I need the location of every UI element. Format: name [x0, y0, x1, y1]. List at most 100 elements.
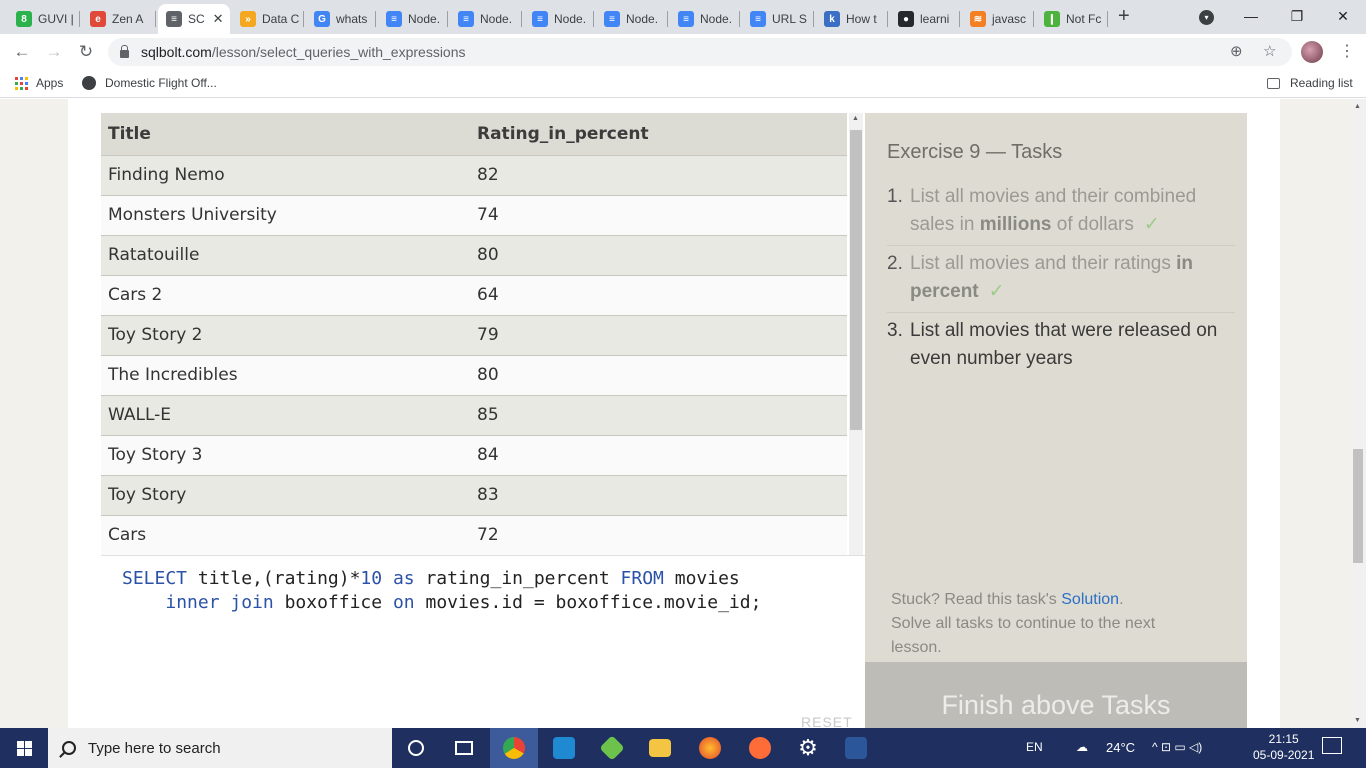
- browser-tab-strip: 8 GUVI | e Zen A ≡ SC ✕ » Data C Gwhats ≡ Node. ≡ Nod…: [0, 0, 1366, 34]
- reload-button[interactable]: ↻: [74, 41, 98, 63]
- sql-text: rating_in_percent: [414, 568, 621, 589]
- system-tray-icons[interactable]: ^ ⊡ ▭ ◁): [1152, 740, 1202, 754]
- browser-tab-7[interactable]: ≡ Node.: [450, 4, 522, 34]
- tab-close-icon[interactable]: ✕: [213, 11, 224, 27]
- tab-separator: [79, 11, 80, 27]
- page-scroll-down-icon[interactable]: ▼: [1354, 717, 1361, 724]
- reset-button[interactable]: RESET: [801, 714, 853, 728]
- minimize-button[interactable]: —: [1228, 4, 1274, 28]
- language-indicator[interactable]: EN: [1026, 740, 1043, 754]
- finish-tasks-button[interactable]: Finish above Tasks: [865, 662, 1247, 728]
- settings-gear-icon[interactable]: ⚙: [784, 728, 832, 768]
- browser-tab-13[interactable]: ● learni: [890, 4, 960, 34]
- sql-text: movies.id = boxoffice.movie_id;: [414, 592, 762, 613]
- bookmark-domestic-flight[interactable]: Domestic Flight Off...: [82, 76, 217, 90]
- sql-line-2: inner join boxoffice on movies.id = boxo…: [122, 592, 761, 613]
- task-view-icon[interactable]: [440, 728, 488, 768]
- bookmarks-bar: Apps Domestic Flight Off... Reading list: [0, 70, 1366, 98]
- weather-temperature[interactable]: 24°C: [1106, 740, 1135, 755]
- bookmark-apps[interactable]: Apps: [15, 76, 63, 90]
- page-scroll-up-icon[interactable]: ▲: [1354, 103, 1361, 110]
- cortana-icon[interactable]: [392, 728, 440, 768]
- browser-tab-4[interactable]: » Data C: [232, 4, 304, 34]
- page-viewport: Title Rating_in_percent Finding Nemo 82 Mo…: [0, 99, 1350, 728]
- browser-tab-14[interactable]: ≋ javasc: [962, 4, 1034, 34]
- tab-search-icon[interactable]: ▾: [1199, 10, 1214, 25]
- tab-favicon-icon: 8: [16, 11, 32, 27]
- browser-tab-15[interactable]: ❙ Not Fc: [1036, 4, 1108, 34]
- reading-list-button[interactable]: Reading list: [1267, 76, 1353, 90]
- tab-label: learni: [920, 12, 950, 26]
- cell-title: The Incredibles: [101, 354, 470, 395]
- tab-label: GUVI |: [38, 12, 74, 26]
- firefox-taskbar-icon[interactable]: [686, 728, 734, 768]
- notification-center-icon[interactable]: [1322, 737, 1342, 754]
- table-row: Finding Nemo 82: [101, 154, 847, 195]
- table-row: The Incredibles 80: [101, 354, 847, 395]
- browser-tab-9[interactable]: ≡ Node.: [596, 4, 668, 34]
- file-explorer-taskbar-icon[interactable]: [636, 728, 684, 768]
- tab-separator: [959, 11, 960, 27]
- sql-line-1: SELECT title,(rating)*10 as rating_in_pe…: [122, 568, 740, 589]
- sql-editor[interactable]: SELECT title,(rating)*10 as rating_in_pe…: [101, 555, 865, 728]
- cell-title: Toy Story: [101, 474, 470, 515]
- cell-title: Ratatouille: [101, 234, 470, 275]
- checkmark-icon: ✓: [988, 281, 1005, 302]
- cell-title: Cars 2: [101, 274, 470, 315]
- browser-tab-10[interactable]: ≡ Node.: [670, 4, 740, 34]
- zoom-icon[interactable]: ⊕: [1230, 42, 1243, 60]
- postman-taskbar-icon[interactable]: [736, 728, 784, 768]
- vscode-taskbar-icon[interactable]: [540, 728, 588, 768]
- browser-tab-3[interactable]: ≡ SC ✕: [158, 4, 230, 34]
- nodejs-taskbar-icon[interactable]: [588, 728, 636, 768]
- browser-tab-2[interactable]: e Zen A: [82, 4, 156, 34]
- tab-separator: [375, 11, 376, 27]
- taskbar-search[interactable]: Type here to search: [48, 728, 392, 768]
- tasks-panel: Exercise 9 — Tasks 1. List all movies an…: [865, 113, 1247, 728]
- table-row: Toy Story 83: [101, 474, 847, 515]
- browser-tab-12[interactable]: k How t: [816, 4, 888, 34]
- profile-avatar[interactable]: [1301, 41, 1323, 63]
- cell-rating: 84: [470, 434, 847, 475]
- sql-number: 10: [360, 568, 383, 589]
- page-scroll-thumb[interactable]: [1353, 449, 1363, 563]
- taskbar-clock[interactable]: 21:15 05-09-2021: [1253, 731, 1314, 763]
- browser-tab-8[interactable]: ≡ Node.: [524, 4, 594, 34]
- globe-icon: [82, 76, 96, 90]
- maximize-button[interactable]: ❐: [1274, 4, 1320, 28]
- bookmark-apps-label: Apps: [36, 76, 64, 90]
- new-tab-button[interactable]: +: [1118, 5, 1130, 28]
- cell-title: Toy Story 3: [101, 434, 470, 475]
- tab-favicon-icon: ≡: [604, 11, 620, 27]
- cell-rating: 85: [470, 394, 847, 435]
- scroll-up-arrow-icon[interactable]: ▲: [852, 115, 859, 122]
- clock-time: 21:15: [1268, 732, 1299, 746]
- address-bar[interactable]: sqlbolt.com/lesson/select_queries_with_e…: [108, 38, 1292, 66]
- browser-tab-1[interactable]: 8 GUVI |: [8, 4, 80, 34]
- sql-keyword: on: [392, 592, 415, 613]
- page-scrollbar[interactable]: ▲ ▼: [1350, 99, 1366, 728]
- forward-button[interactable]: →: [42, 41, 66, 63]
- browser-tab-6[interactable]: ≡ Node.: [378, 4, 448, 34]
- browser-tab-5[interactable]: Gwhats: [306, 4, 376, 34]
- sql-indent: [122, 592, 165, 613]
- cell-title: WALL-E: [101, 394, 470, 435]
- browser-tab-11[interactable]: ≡ URL S: [742, 4, 814, 34]
- table-row: WALL-E 85: [101, 394, 847, 435]
- tab-separator: [739, 11, 740, 27]
- tasks-title: Exercise 9 — Tasks: [887, 141, 1063, 163]
- back-button[interactable]: ←: [10, 41, 34, 63]
- results-scroll-thumb[interactable]: [850, 130, 862, 430]
- chrome-taskbar-icon[interactable]: [490, 728, 538, 768]
- close-window-button[interactable]: ✕: [1320, 4, 1366, 28]
- weather-icon[interactable]: ☁: [1076, 740, 1088, 754]
- tab-separator: [155, 11, 156, 27]
- bookmark-star-icon[interactable]: ☆: [1263, 42, 1276, 60]
- word-taskbar-icon[interactable]: [832, 728, 880, 768]
- task-number: 3.: [887, 320, 903, 341]
- browser-menu-icon[interactable]: ⋮: [1339, 41, 1355, 61]
- task-bold-text: millions: [979, 214, 1052, 235]
- sql-keyword: as: [382, 568, 415, 589]
- start-button[interactable]: [0, 728, 48, 768]
- solution-link[interactable]: Solution: [1061, 591, 1119, 608]
